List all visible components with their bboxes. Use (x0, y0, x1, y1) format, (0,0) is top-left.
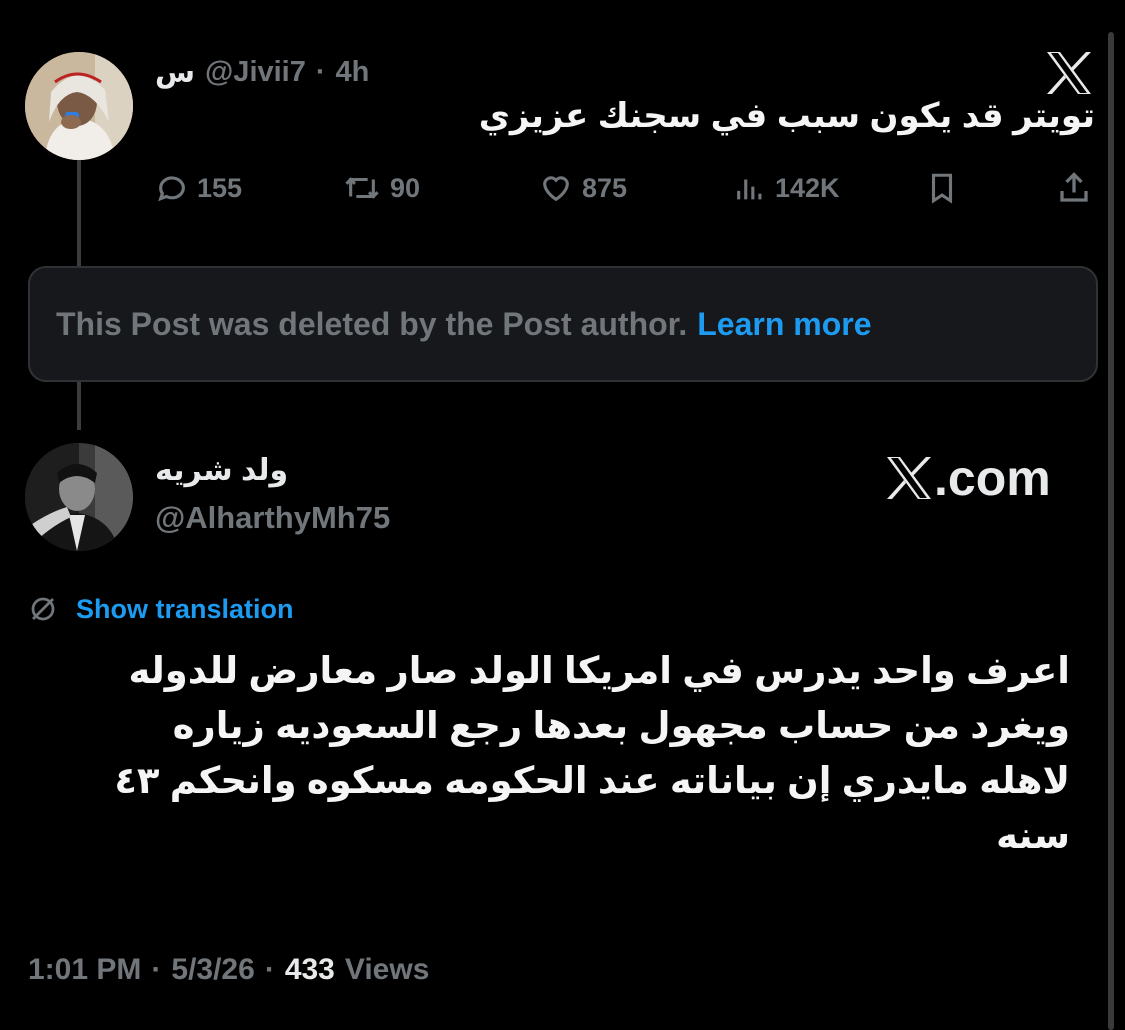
repost-icon (345, 177, 379, 199)
show-translation-label[interactable]: Show translation (76, 594, 294, 625)
separator-dot: · (264, 953, 275, 986)
reply-count: 155 (197, 172, 243, 203)
post-text-line: اعرف واحد يدرس في امريكا الولد صار معارض… (128, 650, 1070, 691)
post-text: تويتر قد يكون سبب في سجنك عزيزي (478, 97, 1095, 135)
post-meta: 1:01 PM · 5/3/26 · 433 Views (28, 950, 429, 990)
separator-dot: · (151, 953, 162, 986)
like-count: 875 (582, 172, 628, 203)
view-count: 142K (775, 172, 840, 203)
reply-icon (158, 176, 185, 202)
post-date[interactable]: 5/3/26 (171, 953, 254, 987)
scrollbar[interactable] (1108, 32, 1114, 1030)
post-time[interactable]: 4h (336, 56, 370, 89)
post-time[interactable]: 1:01 PM (28, 953, 141, 987)
post-text-line: ويغرد من حساب مجهول بعدها رجع السعوديه ز… (172, 705, 1070, 746)
deleted-notice-text: This Post was deleted by the Post author… (56, 305, 688, 342)
bookmark-icon (931, 173, 953, 204)
avatar[interactable] (25, 52, 133, 160)
show-translation[interactable]: Show translation (28, 590, 294, 628)
views-label: Views (344, 953, 430, 986)
translate-icon (31, 597, 55, 621)
heart-icon (543, 176, 569, 202)
learn-more-link[interactable]: Learn more (697, 306, 871, 343)
views-count: 433 (284, 953, 335, 986)
post-header: س @Jivii7 · 4h (155, 54, 369, 90)
views-icon (737, 179, 762, 200)
separator-dot: · (315, 55, 326, 88)
bookmark-button[interactable] (925, 168, 959, 208)
like-button[interactable]: 875 (538, 168, 627, 208)
user-handle[interactable]: @AlharthyMh75 (155, 500, 390, 536)
x-com-watermark: .com (884, 450, 1051, 506)
avatar[interactable] (25, 443, 133, 551)
share-icon (1060, 172, 1088, 202)
display-name[interactable]: ولد شريه (155, 453, 288, 488)
repost-button[interactable]: 90 (342, 168, 420, 208)
watermark-text: .com (934, 450, 1051, 506)
thread-line-lower (77, 382, 81, 430)
views-button[interactable]: 142K (733, 168, 840, 208)
share-button[interactable] (1056, 168, 1092, 208)
reply-button[interactable]: 155 (155, 168, 242, 208)
x-logo-icon (1044, 50, 1094, 96)
thread-line (77, 158, 81, 268)
user-handle[interactable]: @Jivii7 (205, 56, 306, 89)
post-text-line: سنه (996, 815, 1070, 856)
x-logo-icon (887, 457, 931, 499)
repost-count: 90 (390, 172, 421, 203)
deleted-post-notice: This Post was deleted by the Post author… (28, 266, 1098, 382)
post-text: اعرف واحد يدرس في امريكا الولد صار معارض… (20, 643, 1070, 863)
display-name[interactable]: س (155, 55, 195, 90)
post-text-line: لاهله مايدري إن بياناته عند الحكومه مسكو… (114, 760, 1070, 801)
